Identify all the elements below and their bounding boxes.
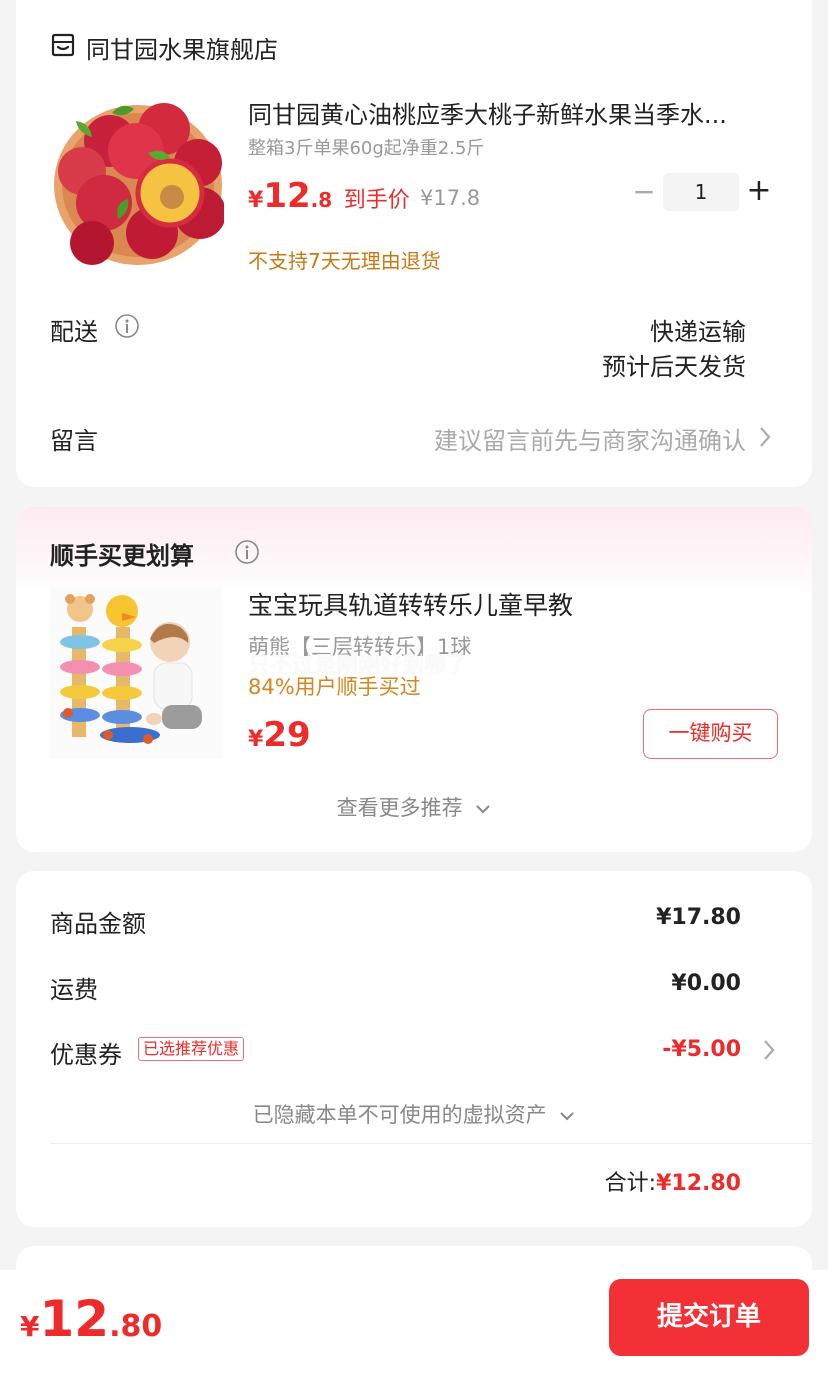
delivery-eta: 预计后天发货: [602, 353, 746, 381]
quantity-increase-button[interactable]: +: [746, 173, 772, 208]
chevron-down-icon: [559, 1110, 575, 1122]
one-click-buy-button[interactable]: 一键购买: [643, 709, 778, 759]
message-input[interactable]: 建议留言前先与商家沟通确认: [434, 421, 746, 456]
submit-order-button[interactable]: 提交订单: [609, 1279, 809, 1356]
store-icon: [50, 32, 76, 58]
product-spec: 整箱3斤单果60g起净重2.5斤: [248, 138, 485, 159]
coupon-tag: 已选推荐优惠: [138, 1037, 245, 1061]
delivery-method: 快递运输: [650, 318, 746, 346]
chevron-down-icon: [475, 803, 491, 815]
addon-info-icon[interactable]: [234, 539, 260, 565]
addon-price: ¥29: [248, 715, 311, 755]
addon-product-image[interactable]: [50, 587, 222, 759]
goods-amount-value: ¥17.80: [656, 905, 741, 930]
coupon-value[interactable]: -¥5.00: [662, 1037, 741, 1062]
total-label: 合计:: [604, 1171, 657, 1196]
total-row: 合计:¥12.80: [605, 1165, 741, 1197]
summary-divider: [50, 1143, 812, 1144]
addon-social-proof: 84%用户顺手买过: [248, 675, 421, 699]
original-price: ¥17.8: [420, 186, 481, 210]
message-chevron-right-icon[interactable]: [758, 426, 772, 448]
more-recommendations-link[interactable]: 查看更多推荐: [16, 792, 812, 822]
bottom-bar: ¥12.80 提交订单: [0, 1270, 828, 1384]
price-currency: ¥: [248, 188, 264, 213]
shipping-value: ¥0.00: [671, 971, 741, 996]
price-decimal: .8: [310, 188, 333, 212]
store-card: 同甘园水果旗舰店 同甘园黄心油桃应季大桃子新鲜水果当季水... 整箱3斤单果60…: [16, 0, 812, 487]
product-price: ¥12.8 到手价: [248, 176, 410, 216]
addon-card: 顺手买更划算 宝宝玩具轨道转转乐儿童早教 萌熊【三层转转乐】1球 只不过是刚刚好…: [16, 507, 812, 852]
info-icon[interactable]: [114, 313, 140, 339]
bottom-price-currency: ¥: [20, 1310, 40, 1343]
bottom-total-price: ¥12.80: [20, 1290, 162, 1348]
price-integer: 12: [263, 176, 311, 216]
hidden-assets-label: 已隐藏本单不可使用的虚拟资产: [252, 1103, 547, 1127]
delivery-label: 配送: [50, 318, 98, 346]
coupon-label: 优惠券: [50, 1041, 122, 1069]
addon-product-title[interactable]: 宝宝玩具轨道转转乐儿童早教: [248, 586, 573, 622]
hidden-assets-toggle[interactable]: 已隐藏本单不可使用的虚拟资产: [16, 1099, 812, 1129]
return-policy: 不支持7天无理由退货: [248, 249, 441, 273]
addon-title: 顺手买更划算: [50, 542, 194, 570]
bottom-price-decimal: .80: [109, 1309, 163, 1344]
store-name[interactable]: 同甘园水果旗舰店: [86, 30, 278, 65]
quantity-value[interactable]: 1: [663, 173, 739, 211]
summary-card: 商品金额 ¥17.80 运费 ¥0.00 优惠券 已选推荐优惠 -¥5.00 已…: [16, 871, 812, 1227]
message-label: 留言: [50, 427, 98, 455]
bottom-price-integer: 12: [39, 1290, 110, 1348]
addon-price-currency: ¥: [248, 727, 264, 752]
quantity-decrease-button[interactable]: −: [632, 175, 656, 208]
product-title[interactable]: 同甘园黄心油桃应季大桃子新鲜水果当季水...: [248, 95, 768, 130]
coupon-chevron-right-icon[interactable]: [762, 1039, 776, 1061]
product-image[interactable]: [52, 93, 224, 273]
addon-price-value: 29: [263, 715, 311, 755]
price-label: 到手价: [343, 188, 410, 213]
more-recommendations-label: 查看更多推荐: [336, 796, 463, 820]
shipping-label: 运费: [50, 976, 98, 1004]
goods-amount-label: 商品金额: [50, 910, 146, 938]
total-value: ¥12.80: [656, 1171, 741, 1196]
